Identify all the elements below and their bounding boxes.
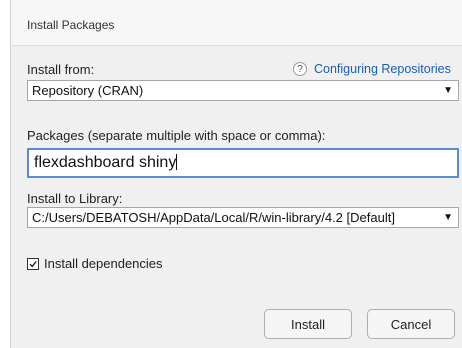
checkbox-box xyxy=(27,257,39,270)
packages-input-value: flexdashboard shiny xyxy=(34,154,177,171)
install-to-library-label: Install to Library: xyxy=(27,191,123,206)
dropdown-arrow-icon: ▼ xyxy=(443,85,453,96)
dialog-titlebar: Install Packages xyxy=(11,0,462,46)
install-dependencies-checkbox[interactable]: Install dependencies xyxy=(27,256,163,271)
packages-input[interactable]: flexdashboard shiny xyxy=(27,148,459,178)
text-caret xyxy=(176,154,178,170)
configuring-repositories-link[interactable]: ? Configuring Repositories xyxy=(293,62,451,76)
checkmark-icon xyxy=(29,260,37,267)
dropdown-arrow-icon: ▼ xyxy=(443,212,453,223)
configuring-repositories-label: Configuring Repositories xyxy=(314,62,451,76)
library-value: C:/Users/DEBATOSH/AppData/Local/R/win-li… xyxy=(32,210,395,225)
library-select[interactable]: C:/Users/DEBATOSH/AppData/Local/R/win-li… xyxy=(27,207,459,228)
install-from-value: Repository (CRAN) xyxy=(32,83,144,98)
help-icon: ? xyxy=(293,62,307,76)
cancel-button[interactable]: Cancel xyxy=(367,309,455,339)
packages-label: Packages (separate multiple with space o… xyxy=(27,128,326,143)
install-from-label: Install from: xyxy=(27,62,95,77)
install-dependencies-label: Install dependencies xyxy=(44,256,163,271)
install-button[interactable]: Install xyxy=(264,309,352,339)
install-from-select[interactable]: Repository (CRAN) ▼ xyxy=(27,80,459,101)
dialog-title: Install Packages xyxy=(27,18,115,32)
install-packages-dialog: Install Packages Install from: ? Configu… xyxy=(10,0,462,348)
